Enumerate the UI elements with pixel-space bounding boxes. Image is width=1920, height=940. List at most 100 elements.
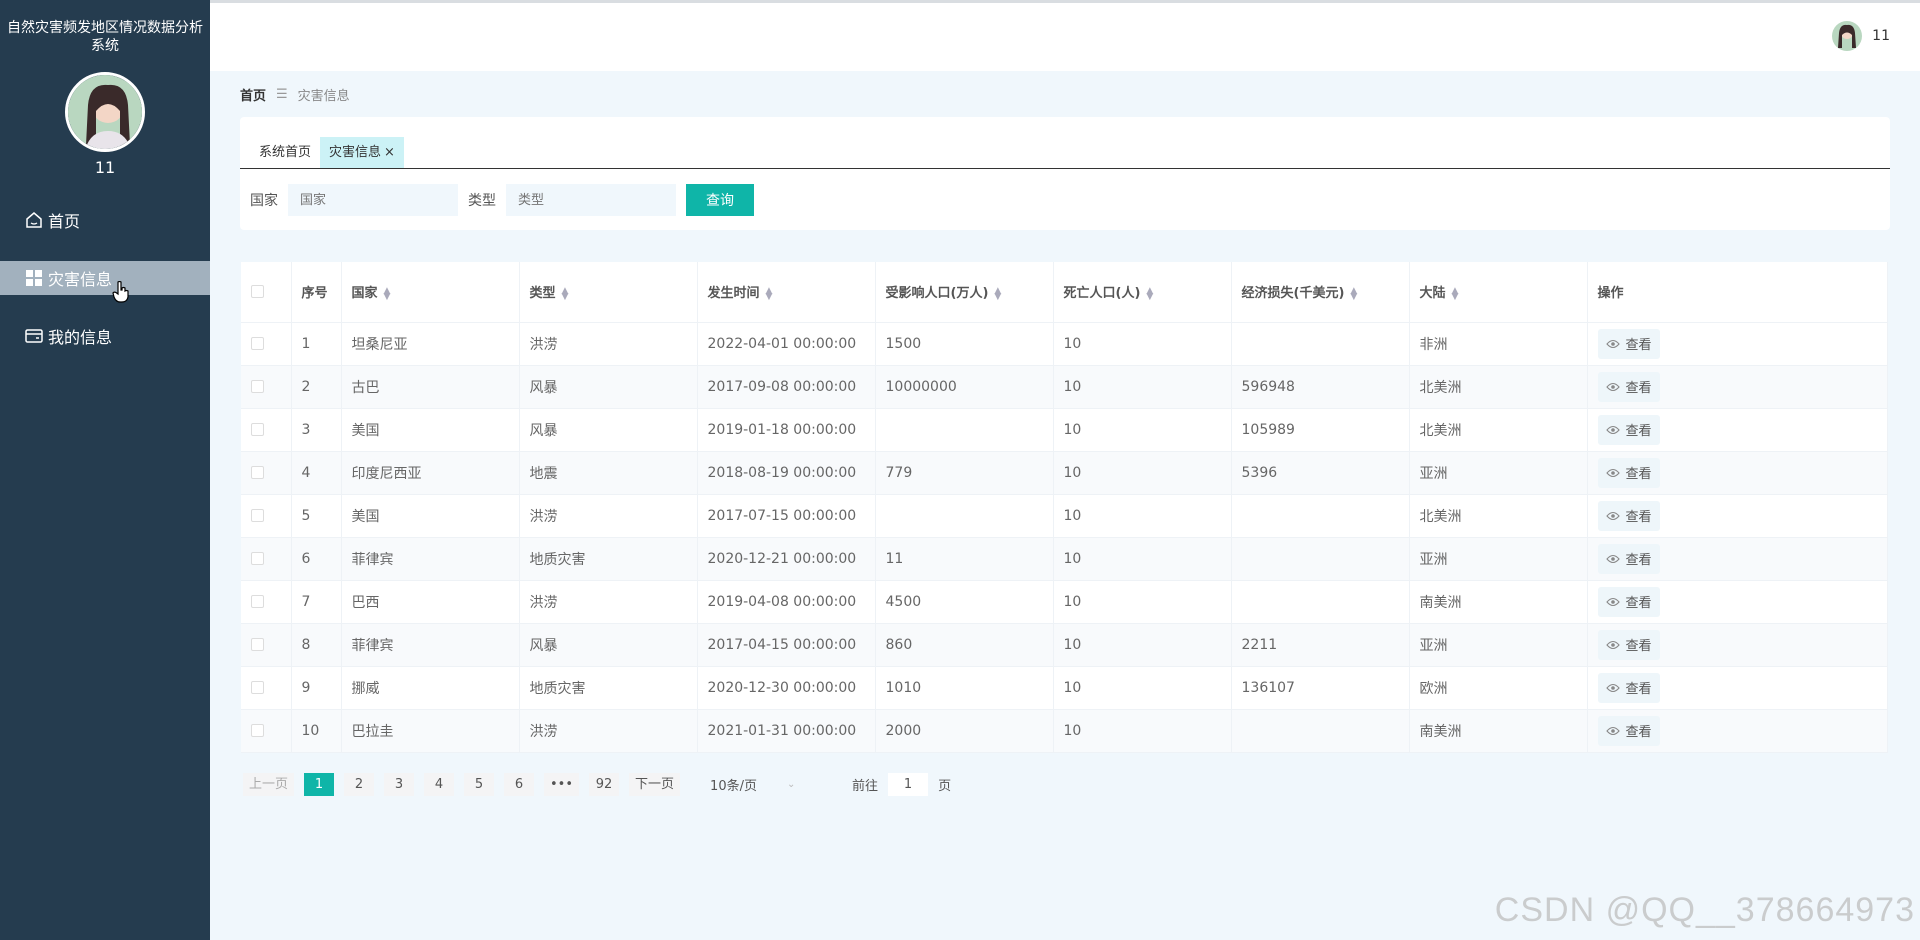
sort-icon[interactable]: ▲ ▼	[1146, 286, 1153, 301]
tab-bar: 系统首页 灾害信息 ×	[240, 137, 1890, 169]
table-cell: 北美洲	[1409, 494, 1588, 538]
sort-icon[interactable]: ▲ ▼	[562, 286, 569, 301]
table-cell: 2017-07-15 00:00:00	[697, 494, 876, 538]
row-checkbox[interactable]	[251, 552, 264, 565]
column-header-loss[interactable]: 经济损失(千美元) ▲ ▼	[1231, 262, 1410, 323]
row-select-cell	[241, 322, 292, 366]
sidebar-username: 11	[94, 158, 116, 177]
table-cell: 1500	[875, 322, 1054, 366]
column-header-label: 大陆	[1419, 286, 1446, 302]
avatar[interactable]	[1832, 21, 1863, 51]
ellipsis-icon[interactable]: •••	[544, 773, 580, 796]
column-header: 序号	[291, 262, 342, 323]
row-checkbox[interactable]	[251, 509, 264, 522]
query-button[interactable]: 查询	[686, 184, 754, 216]
row-checkbox[interactable]	[251, 724, 264, 737]
breadcrumb-separator-icon: ☰	[276, 87, 288, 102]
row-checkbox[interactable]	[251, 681, 264, 694]
table-cell: 10	[1053, 451, 1232, 495]
prev-page-button[interactable]: 上一页	[243, 773, 295, 796]
breadcrumb-home[interactable]: 首页	[240, 85, 266, 104]
column-header-label: 受影响人口(万人)	[885, 286, 989, 302]
table-cell: 2017-09-08 00:00:00	[697, 365, 876, 409]
table-cell: 1010	[875, 666, 1054, 710]
pagination: 上一页 1 2 3 4 5 6 ••• 92 下一页 10条/页 ⌄ 前往 页	[243, 773, 951, 796]
table-cell: 5	[291, 494, 342, 538]
table-row: 1 坦桑尼亚 洪涝 2022-04-01 00:00:00 1500 10 非洲 查看	[241, 322, 1888, 366]
type-input[interactable]	[506, 184, 676, 216]
view-button[interactable]: 查看	[1597, 586, 1660, 617]
next-page-button[interactable]: 下一页	[629, 773, 681, 796]
row-checkbox[interactable]	[251, 595, 264, 608]
row-checkbox[interactable]	[251, 638, 264, 651]
sidebar-item-my-info[interactable]: 我的信息	[0, 319, 210, 353]
sort-icon[interactable]: ▲ ▼	[766, 286, 773, 301]
close-icon[interactable]: ×	[384, 137, 395, 168]
view-button[interactable]: 查看	[1597, 715, 1660, 746]
column-header-type[interactable]: 类型 ▲ ▼	[519, 262, 698, 323]
table-cell: 11	[875, 537, 1054, 581]
sort-icon[interactable]: ▲ ▼	[1350, 286, 1357, 301]
column-header-continent[interactable]: 大陆 ▲ ▼	[1409, 262, 1588, 323]
column-header-deaths[interactable]: 死亡人口(人) ▲ ▼	[1053, 262, 1232, 323]
row-select-cell	[241, 537, 292, 581]
eye-icon	[1605, 468, 1620, 477]
page-button[interactable]: 4	[424, 773, 455, 796]
row-select-cell	[241, 623, 292, 667]
row-select-cell	[241, 494, 292, 538]
table-cell: 10	[1053, 322, 1232, 366]
sort-icon[interactable]: ▲ ▼	[994, 286, 1001, 301]
view-button[interactable]: 查看	[1597, 500, 1660, 531]
sort-icon[interactable]: ▲ ▼	[1452, 286, 1459, 301]
column-header-country[interactable]: 国家 ▲ ▼	[341, 262, 520, 323]
column-header-time[interactable]: 发生时间 ▲ ▼	[697, 262, 876, 323]
goto-page: 前往 页	[852, 773, 951, 796]
view-button[interactable]: 查看	[1597, 672, 1660, 703]
country-input[interactable]	[288, 184, 458, 216]
view-button[interactable]: 查看	[1597, 543, 1660, 574]
table-cell: 巴拉圭	[341, 709, 520, 753]
page-button[interactable]: 92	[589, 773, 620, 796]
table-cell: 8	[291, 623, 342, 667]
eye-icon	[1605, 339, 1620, 348]
table-cell: 亚洲	[1409, 537, 1588, 581]
sort-icon[interactable]: ▲ ▼	[384, 286, 391, 301]
page-button[interactable]: 1	[304, 773, 335, 796]
tab-disaster-info[interactable]: 灾害信息 ×	[320, 137, 404, 168]
page-button[interactable]: 6	[504, 773, 535, 796]
select-all-checkbox[interactable]	[251, 285, 264, 299]
table-cell: 洪涝	[519, 322, 698, 366]
table-cell: 2018-08-19 00:00:00	[697, 451, 876, 495]
goto-page-input[interactable]	[888, 773, 929, 796]
view-button[interactable]: 查看	[1597, 371, 1660, 402]
row-checkbox[interactable]	[251, 423, 264, 436]
row-checkbox[interactable]	[251, 466, 264, 479]
table-cell: 风暴	[519, 408, 698, 452]
view-button-label: 查看	[1625, 596, 1652, 611]
eye-icon	[1605, 683, 1620, 692]
page-button[interactable]: 2	[344, 773, 375, 796]
table-row: 8 菲律宾 风暴 2017-04-15 00:00:00 860 10 2211 亚洲 查看	[241, 623, 1888, 667]
page-button[interactable]: 5	[464, 773, 495, 796]
tab-system-home[interactable]: 系统首页	[250, 137, 320, 168]
card-icon	[24, 326, 44, 346]
view-button[interactable]: 查看	[1597, 328, 1660, 359]
row-checkbox[interactable]	[251, 380, 264, 393]
view-button[interactable]: 查看	[1597, 457, 1660, 488]
column-header-affected[interactable]: 受影响人口(万人) ▲ ▼	[875, 262, 1054, 323]
sidebar-avatar[interactable]	[65, 72, 145, 152]
sidebar-item-home[interactable]: 首页	[0, 203, 210, 237]
sidebar-item-disaster-info[interactable]: 灾害信息	[0, 261, 210, 303]
user-menu[interactable]: 11	[1832, 21, 1890, 51]
table-cell: 菲律宾	[341, 537, 520, 581]
action-cell: 查看	[1587, 666, 1888, 710]
view-button[interactable]: 查看	[1597, 629, 1660, 660]
page-button[interactable]: 3	[384, 773, 415, 796]
sidebar-item-label: 我的信息	[48, 328, 113, 347]
table-cell	[1231, 537, 1410, 581]
table-cell: 2019-01-18 00:00:00	[697, 408, 876, 452]
page-size-select[interactable]: 10条/页 ⌄	[710, 775, 830, 794]
view-button-label: 查看	[1625, 424, 1652, 439]
view-button[interactable]: 查看	[1597, 414, 1660, 445]
row-checkbox[interactable]	[251, 337, 264, 350]
